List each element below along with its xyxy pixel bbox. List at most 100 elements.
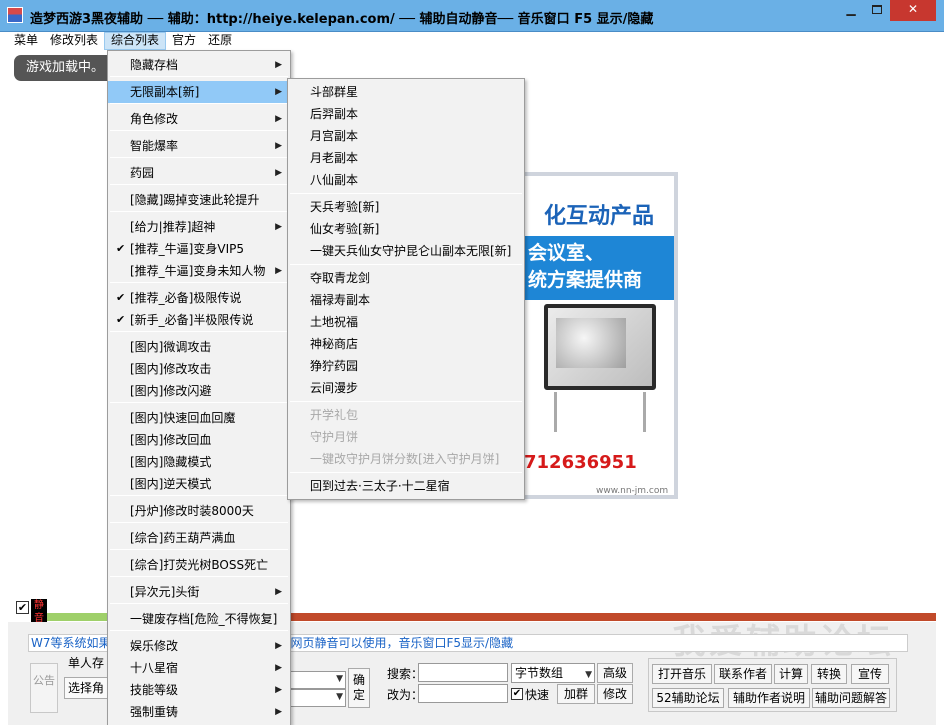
dungeon-submenu-item: 守护月饼 <box>288 426 524 448</box>
dungeon-submenu-item[interactable]: 月老副本 <box>288 147 524 169</box>
comprehensive-menu-item[interactable]: [新手_必备]半极限传说 ✔ <box>108 309 290 331</box>
comprehensive-menu-item[interactable]: [图内]微调攻击 <box>108 336 290 358</box>
dungeon-submenu: 斗部群星后羿副本 月宫副本 月老副本 八仙副本天兵考验[新] 仙女考验[新] 一键天兵仙女… <box>287 78 525 500</box>
fast-checkbox[interactable]: ✔ <box>511 688 523 700</box>
submenu-arrow-icon: ▶ <box>275 707 282 717</box>
comprehensive-menu-item[interactable]: 强制重铸 ▶ <box>108 701 290 723</box>
contact-author-button[interactable]: 联系作者 <box>714 664 772 684</box>
menu-separator <box>110 130 288 131</box>
comprehensive-menu-item[interactable]: 药园 ▶ <box>108 162 290 184</box>
dungeon-submenu-item[interactable]: 一键天兵仙女守护昆仑山副本无限[新] <box>288 240 524 262</box>
mute-checkbox[interactable]: ✔ <box>16 601 29 614</box>
dungeon-submenu-item[interactable]: 狰狞药园 <box>288 355 524 377</box>
comprehensive-menu-item[interactable]: 娱乐修改 ▶ <box>108 635 290 657</box>
comprehensive-menu-item[interactable]: [综合]药王葫芦满血 <box>108 527 290 549</box>
minimize-button[interactable]: ▁ <box>838 0 864 21</box>
menu-official[interactable]: 官方 <box>166 32 202 50</box>
convert-button[interactable]: 转换 <box>811 664 847 684</box>
comprehensive-menu-item-label: 无限副本[新] <box>130 85 200 99</box>
close-button[interactable]: ✕ <box>890 0 936 21</box>
ad-band: 会议室、 统方案提供商 <box>522 236 674 300</box>
change-input[interactable] <box>418 684 508 703</box>
comprehensive-menu-item[interactable]: 技能等级 ▶ <box>108 679 290 701</box>
comprehensive-menu-item[interactable]: 十八星宿 ▶ <box>108 657 290 679</box>
menu-separator <box>290 472 522 473</box>
maximize-button[interactable] <box>864 0 890 21</box>
advanced-button[interactable]: 高级 <box>597 663 633 683</box>
dungeon-submenu-item[interactable]: 神秘商店 <box>288 333 524 355</box>
menu-separator <box>290 401 522 402</box>
comprehensive-menu-item[interactable]: [图内]修改回血 <box>108 429 290 451</box>
dungeon-submenu-item[interactable]: 月宫副本 <box>288 125 524 147</box>
comprehensive-menu-item-label: [异次元]头街 <box>130 585 200 599</box>
comprehensive-menu-item[interactable]: [异次元]头街 ▶ <box>108 581 290 603</box>
menu-separator <box>110 184 288 185</box>
comprehensive-menu-item[interactable]: [图内]逆天模式 <box>108 473 290 495</box>
ad-line2: 统方案提供商 <box>528 269 643 291</box>
comprehensive-menu-item[interactable]: [图内]隐藏模式 <box>108 451 290 473</box>
join-group-button[interactable]: 加群 <box>557 684 595 704</box>
submenu-arrow-icon: ▶ <box>275 87 282 97</box>
dungeon-submenu-item[interactable]: 土地祝福 <box>288 311 524 333</box>
check-icon: ✔ <box>116 313 126 326</box>
data-type-select[interactable]: 字节数组 <box>511 663 595 684</box>
menu-separator <box>110 331 288 332</box>
dungeon-submenu-item-label: 斗部群星 <box>310 85 359 99</box>
menu-separator <box>110 76 288 77</box>
comprehensive-menu-item[interactable]: 隐藏存档 ▶ <box>108 54 290 76</box>
comprehensive-menu-item[interactable]: 一键废存档[危险_不得恢复] <box>108 608 290 630</box>
forum-button[interactable]: 52辅助论坛 <box>652 688 724 708</box>
comprehensive-menu-item[interactable]: 智能爆率 ▶ <box>108 135 290 157</box>
comprehensive-menu-item[interactable]: [图内]修改攻击 <box>108 358 290 380</box>
advertisement[interactable]: 化互动产品 会议室、 统方案提供商 712636951 www.nn-jm.co… <box>518 172 678 499</box>
comprehensive-menu-item-label: 娱乐修改 <box>130 639 179 653</box>
dungeon-submenu-item[interactable]: 八仙副本 <box>288 169 524 191</box>
dropdown-b[interactable] <box>284 689 346 707</box>
dungeon-submenu-item[interactable]: 后羿副本 <box>288 103 524 125</box>
comprehensive-menu-item[interactable]: [推荐_必备]极限传说 ✔ <box>108 287 290 309</box>
confirm-button[interactable]: 确定 <box>348 668 370 708</box>
comprehensive-menu-item-label: [图内]修改攻击 <box>130 362 212 376</box>
menu-restore[interactable]: 还原 <box>202 32 238 50</box>
open-music-button[interactable]: 打开音乐 <box>652 664 712 684</box>
comprehensive-menu-item[interactable]: [图内]修改闪避 <box>108 380 290 402</box>
faq-button[interactable]: 辅助问题解答 <box>812 688 890 708</box>
comprehensive-menu-item-label: [图内]微调攻击 <box>130 340 212 354</box>
comprehensive-menu-item[interactable]: [图内]快速回血回魔 <box>108 407 290 429</box>
comprehensive-menu-item-label: 药园 <box>130 166 155 180</box>
announcement-box: 公告 <box>30 663 58 713</box>
menu-caidan[interactable]: 菜单 <box>8 32 44 50</box>
comprehensive-menu-item-label: [图内]修改闪避 <box>130 384 212 398</box>
calculate-button[interactable]: 计算 <box>774 664 808 684</box>
comprehensive-menu-item[interactable]: 无限副本[新] ▶ <box>108 81 290 103</box>
dungeon-submenu-item[interactable]: 回到过去·三太子·十二星宿 <box>288 475 524 497</box>
menu-bar: 菜单 修改列表 综合列表 官方 还原 <box>8 32 936 50</box>
comprehensive-menu-item[interactable]: [推荐_牛逼]变身VIP5 ✔ <box>108 238 290 260</box>
dungeon-submenu-item[interactable]: 云间漫步 <box>288 377 524 399</box>
comprehensive-menu-item[interactable]: [隐藏]踢掉变速此轮提升 <box>108 189 290 211</box>
ad-phone: 712636951 <box>524 452 637 473</box>
modify-button[interactable]: 修改 <box>597 684 633 704</box>
dropdown-a[interactable] <box>284 671 346 689</box>
menu-modify-list[interactable]: 修改列表 <box>44 32 104 50</box>
comprehensive-menu: 隐藏存档 ▶ 无限副本[新] ▶ 角色修改 ▶ 智能爆率 ▶ 药园 ▶ [隐藏]踢掉变速此轮提升 [给… <box>107 50 291 725</box>
comprehensive-menu-item[interactable]: [给力|推荐]超神 ▶ <box>108 216 290 238</box>
author-note-button[interactable]: 辅助作者说明 <box>728 688 810 708</box>
submenu-arrow-icon: ▶ <box>275 141 282 151</box>
comprehensive-menu-item[interactable]: [丹炉]修改时装8000天 <box>108 500 290 522</box>
dungeon-submenu-item-label: 土地祝福 <box>310 315 359 329</box>
dungeon-submenu-item[interactable]: 天兵考验[新] <box>288 196 524 218</box>
comprehensive-menu-item[interactable]: [推荐_牛逼]变身未知人物 ▶ <box>108 260 290 282</box>
dungeon-submenu-item[interactable]: 仙女考验[新] <box>288 218 524 240</box>
comprehensive-menu-item[interactable]: 角色修改 ▶ <box>108 108 290 130</box>
dungeon-submenu-item[interactable]: 夺取青龙剑 <box>288 267 524 289</box>
comprehensive-menu-item-label: 隐藏存档 <box>130 58 179 72</box>
search-input[interactable] <box>418 663 508 682</box>
dungeon-submenu-item[interactable]: 斗部群星 <box>288 81 524 103</box>
menu-comprehensive-list[interactable]: 综合列表 <box>104 32 167 50</box>
promote-button[interactable]: 宣传 <box>851 664 889 684</box>
comprehensive-menu-item[interactable]: [综合]打荧光树BOSS死亡 <box>108 554 290 576</box>
dungeon-submenu-item[interactable]: 福禄寿副本 <box>288 289 524 311</box>
ad-headline: 化互动产品 <box>544 204 655 229</box>
menu-separator <box>110 549 288 550</box>
